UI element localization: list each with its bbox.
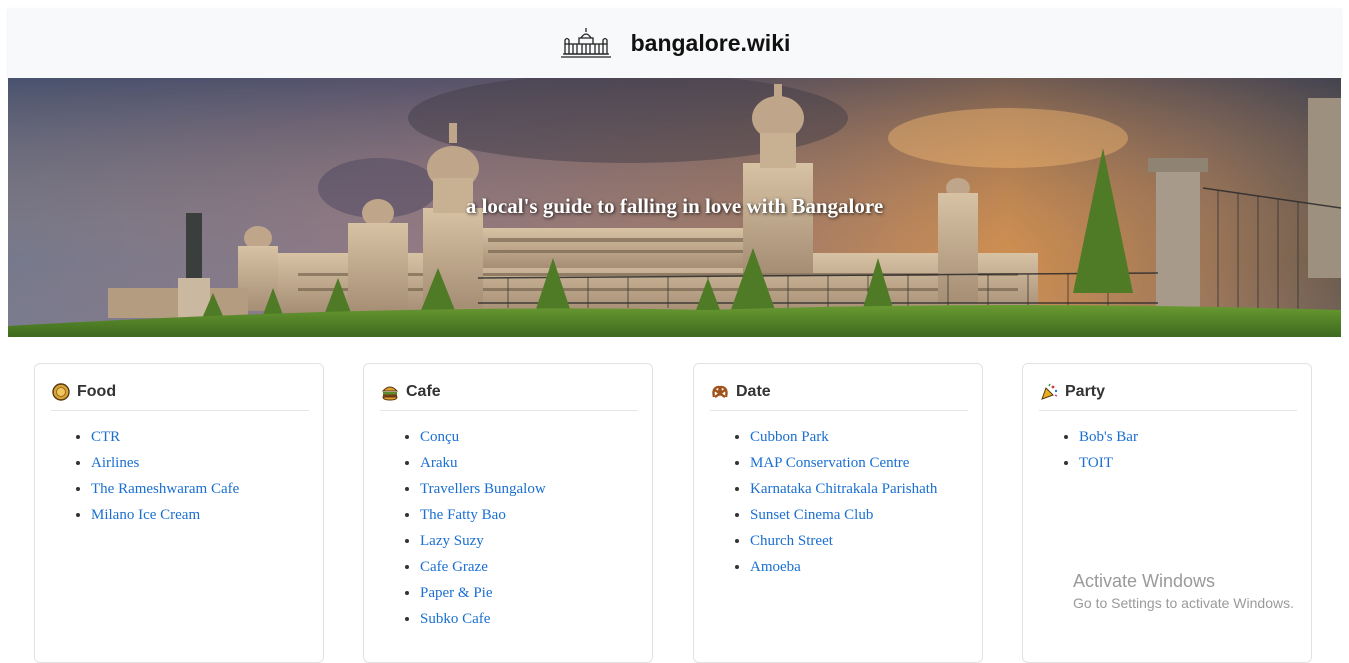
category-card-party: Party Bob's Bar TOIT (1022, 363, 1312, 663)
pretzel-icon (710, 382, 730, 402)
vidhana-soudha-icon[interactable] (559, 26, 613, 60)
site-title[interactable]: bangalore.wiki (631, 30, 791, 57)
list-item: CTR (91, 424, 239, 450)
card-header: Party (1039, 380, 1297, 411)
place-link[interactable]: CTR (91, 429, 120, 445)
place-link[interactable]: Travellers Bungalow (420, 481, 546, 497)
place-link[interactable]: Cubbon Park (750, 429, 829, 445)
place-link[interactable]: TOIT (1079, 455, 1113, 471)
place-link[interactable]: Paper & Pie (420, 585, 493, 601)
place-link[interactable]: The Rameshwaram Cafe (91, 481, 239, 497)
list-item: Paper & Pie (420, 580, 546, 606)
list-item: MAP Conservation Centre (750, 450, 937, 476)
place-list: CTR Airlines The Rameshwaram Cafe Milano… (51, 424, 239, 528)
site-header: bangalore.wiki (8, 8, 1341, 78)
burger-icon (380, 382, 400, 402)
place-link[interactable]: Sunset Cinema Club (750, 507, 873, 523)
place-link[interactable]: Milano Ice Cream (91, 507, 200, 523)
card-header: Food (51, 380, 309, 411)
place-list: Cubbon Park MAP Conservation Centre Karn… (710, 424, 937, 580)
list-item: Cubbon Park (750, 424, 937, 450)
hero-tagline: a local's guide to falling in love with … (465, 194, 884, 218)
card-title: Party (1065, 383, 1106, 400)
place-link[interactable]: Karnataka Chitrakala Parishath (750, 481, 937, 497)
place-link[interactable]: The Fatty Bao (420, 507, 506, 523)
hero-banner: a local's guide to falling in love with … (8, 78, 1341, 337)
place-link[interactable]: Cafe Graze (420, 559, 488, 575)
list-item: Amoeba (750, 554, 937, 580)
place-link[interactable]: Church Street (750, 533, 833, 549)
place-link[interactable]: Airlines (91, 455, 139, 471)
list-item: Airlines (91, 450, 239, 476)
list-item: The Fatty Bao (420, 502, 546, 528)
list-item: Cafe Graze (420, 554, 546, 580)
card-title: Date (736, 383, 771, 400)
place-link[interactable]: MAP Conservation Centre (750, 455, 909, 471)
food-icon (51, 382, 71, 402)
list-item: Conçu (420, 424, 546, 450)
place-link[interactable]: Bob's Bar (1079, 429, 1138, 445)
place-list: Conçu Araku Travellers Bungalow The Fatt… (380, 424, 546, 632)
category-card-cafe: Cafe Conçu Araku Travellers Bungalow The… (363, 363, 653, 663)
list-item: Subko Cafe (420, 606, 546, 632)
category-card-date: Date Cubbon Park MAP Conservation Centre… (693, 363, 983, 663)
list-item: The Rameshwaram Cafe (91, 476, 239, 502)
list-item: Karnataka Chitrakala Parishath (750, 476, 937, 502)
card-title: Cafe (406, 383, 441, 400)
place-link[interactable]: Araku (420, 455, 458, 471)
category-card-food: Food CTR Airlines The Rameshwaram Cafe M… (34, 363, 324, 663)
place-list: Bob's Bar TOIT (1039, 424, 1138, 476)
list-item: Bob's Bar (1079, 424, 1138, 450)
list-item: Lazy Suzy (420, 528, 546, 554)
card-header: Cafe (380, 380, 638, 411)
card-title: Food (77, 383, 117, 400)
place-link[interactable]: Conçu (420, 429, 459, 445)
list-item: TOIT (1079, 450, 1138, 476)
list-item: Travellers Bungalow (420, 476, 546, 502)
activate-windows-watermark: Activate Windows Go to Settings to activ… (1073, 570, 1294, 614)
place-link[interactable]: Subko Cafe (420, 611, 490, 627)
party-popper-icon (1039, 382, 1059, 402)
watermark-title: Activate Windows (1073, 571, 1216, 591)
list-item: Milano Ice Cream (91, 502, 239, 528)
place-link[interactable]: Amoeba (750, 559, 801, 575)
place-link[interactable]: Lazy Suzy (420, 533, 484, 549)
list-item: Church Street (750, 528, 937, 554)
list-item: Sunset Cinema Club (750, 502, 937, 528)
list-item: Araku (420, 450, 546, 476)
watermark-subtitle: Go to Settings to activate Windows. (1073, 595, 1294, 611)
card-header: Date (710, 380, 968, 411)
